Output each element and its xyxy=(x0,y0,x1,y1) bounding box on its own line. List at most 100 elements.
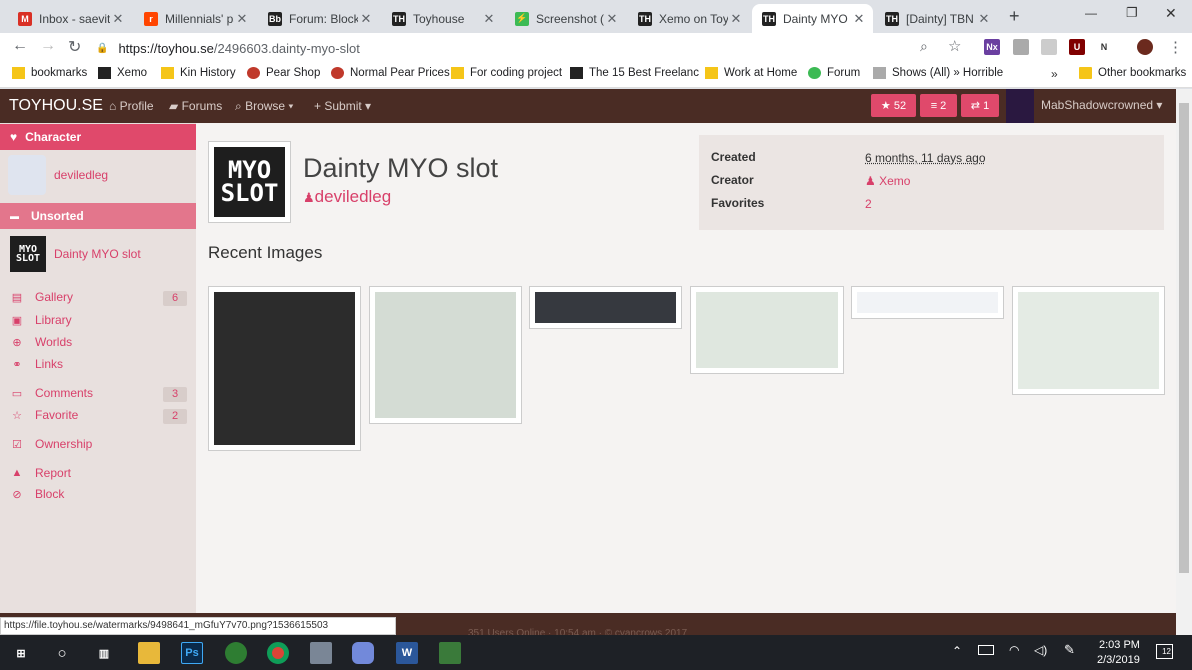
current-character-logo[interactable]: MYO SLOT xyxy=(10,236,46,272)
app-icon[interactable] xyxy=(310,642,332,664)
sidebar-item-library[interactable]: ▣ Library xyxy=(10,313,72,327)
close-tab-icon[interactable]: ✕ xyxy=(604,11,620,27)
bookmark-item[interactable]: Pear Shop xyxy=(247,67,320,79)
extension-screen-icon[interactable] xyxy=(1013,39,1029,55)
sidebar-item-links[interactable]: ⚭ Links xyxy=(10,357,63,371)
address-bar[interactable]: 🔒 https://toyhou.se/2496603.dainty-myo-s… xyxy=(96,35,976,61)
bookmark-item[interactable]: Shows (All) » Horrible xyxy=(873,67,1003,79)
app-icon[interactable] xyxy=(439,642,461,664)
close-window-button[interactable]: ✕ xyxy=(1165,5,1177,22)
bookmark-item[interactable]: bookmarks xyxy=(12,67,87,79)
recent-image-thumbnail[interactable] xyxy=(1012,286,1165,395)
bookmarks-overflow-button[interactable]: » xyxy=(1051,67,1058,81)
pen-icon[interactable]: ✎ xyxy=(1064,642,1075,658)
page-scrollbar[interactable] xyxy=(1176,89,1192,635)
current-character-link[interactable]: Dainty MYO slot xyxy=(54,247,141,261)
new-tab-button[interactable]: + xyxy=(1009,6,1020,27)
notifications-button[interactable]: ≡ 2 xyxy=(920,94,957,117)
other-bookmarks-folder[interactable]: Other bookmarks xyxy=(1079,67,1186,79)
close-tab-icon[interactable]: ✕ xyxy=(728,11,744,27)
recent-image-thumbnail[interactable] xyxy=(529,286,682,329)
tab-1[interactable]: M Inbox - saevitia✕ xyxy=(8,4,132,33)
windows-start-icon[interactable]: ⊞ xyxy=(10,642,32,664)
recent-image-thumbnail[interactable] xyxy=(690,286,844,374)
maximize-button[interactable]: ❐ xyxy=(1126,5,1138,21)
task-view-icon[interactable]: ▥ xyxy=(93,642,115,664)
forward-icon[interactable]: → xyxy=(40,37,56,55)
notification-center-icon[interactable]: 12 xyxy=(1156,644,1173,659)
character-thumbnail[interactable]: MYO SLOT xyxy=(208,141,291,223)
sidebar-item-gallery[interactable]: ▤ Gallery xyxy=(10,290,73,304)
nav-submit[interactable]: + Submit ▾ xyxy=(314,99,371,113)
bookmark-item[interactable]: Normal Pear Prices xyxy=(331,67,450,79)
user-avatar[interactable] xyxy=(1006,89,1034,123)
bookmark-item[interactable]: Work at Home xyxy=(705,67,797,79)
character-avatar[interactable] xyxy=(8,155,46,195)
user-menu[interactable]: MabShadowcrowned ▾ xyxy=(1041,98,1162,112)
sidebar-item-favorite[interactable]: ☆ Favorite xyxy=(10,408,78,422)
sidebar-item-ownership[interactable]: ☑ Ownership xyxy=(10,437,92,451)
app-icon[interactable] xyxy=(225,642,247,664)
close-tab-icon[interactable]: ✕ xyxy=(976,11,992,27)
recent-image-thumbnail[interactable] xyxy=(851,286,1004,319)
scrollbar-thumb[interactable] xyxy=(1179,103,1189,573)
tab-7[interactable]: TH Dainty MYO sl✕ xyxy=(752,4,873,33)
extension-ublock-icon[interactable]: U xyxy=(1069,39,1085,55)
nav-profile[interactable]: ⌂ Profile xyxy=(109,99,154,113)
tab-8[interactable]: TH [Dainty] TBN o✕ xyxy=(875,4,998,33)
bookmark-item[interactable]: Kin History xyxy=(161,67,236,79)
extension-n-icon[interactable]: N xyxy=(1096,39,1112,55)
site-brand[interactable]: TOYHOU.SE xyxy=(9,97,103,115)
tab-3[interactable]: Bb Forum: Block 1✕ xyxy=(258,4,380,33)
favorites-value[interactable]: 2 xyxy=(865,197,872,211)
chrome-icon[interactable] xyxy=(267,642,289,664)
recent-image-thumbnail[interactable] xyxy=(369,286,522,424)
close-tab-icon[interactable]: ✕ xyxy=(234,11,250,27)
bookmarks-bar: bookmarks Xemo Kin History Pear Shop Normal … xyxy=(0,63,1192,88)
wifi-icon[interactable]: ◠ xyxy=(1009,643,1019,657)
tab-5[interactable]: ⚡ Screenshot (69✕ xyxy=(505,4,626,33)
back-icon[interactable]: ← xyxy=(12,37,28,55)
favorites-count-button[interactable]: ★ 52 xyxy=(871,94,916,117)
sidebar-item-worlds[interactable]: ⊕ Worlds xyxy=(10,335,72,349)
bookmark-item[interactable]: For coding project xyxy=(451,67,562,79)
bookmark-star-icon[interactable]: ☆ xyxy=(948,37,961,55)
close-tab-icon[interactable]: ✕ xyxy=(110,11,126,27)
sidebar-item-block[interactable]: ⊘ Block xyxy=(10,487,64,501)
close-tab-icon[interactable]: ✕ xyxy=(481,11,497,27)
clock-date[interactable]: 2/3/2019 xyxy=(1097,654,1140,666)
tab-6[interactable]: TH Xemo on Toyh ✕ xyxy=(628,4,750,33)
bookmark-item[interactable]: The 15 Best Freelanc xyxy=(570,67,699,79)
volume-icon[interactable]: ◁) xyxy=(1034,643,1047,657)
extension-nx-icon[interactable]: Nx xyxy=(984,39,1000,55)
close-tab-icon[interactable]: ✕ xyxy=(358,11,374,27)
tray-chevron-icon[interactable]: ⌃ xyxy=(952,644,962,658)
word-icon[interactable]: W xyxy=(396,642,418,664)
nav-browse[interactable]: ⌕ Browse ▾ xyxy=(235,99,293,114)
trades-button[interactable]: ⇄ 1 xyxy=(961,94,999,117)
minimize-button[interactable]: — xyxy=(1085,6,1097,20)
character-name-link[interactable]: deviledleg xyxy=(54,168,108,182)
nav-forums[interactable]: ▰ Forums xyxy=(169,99,222,113)
creator-link[interactable]: ♟ Xemo xyxy=(865,174,910,188)
cortana-icon[interactable]: ○ xyxy=(51,642,73,664)
sidebar-item-report[interactable]: ▲ Report xyxy=(10,466,71,480)
close-tab-icon[interactable]: ✕ xyxy=(851,11,867,27)
tab-2[interactable]: r Millennials' pa ✕ xyxy=(134,4,256,33)
extension-edit-icon[interactable] xyxy=(1041,39,1057,55)
sidebar-item-comments[interactable]: ▭ Comments xyxy=(10,386,93,400)
zoom-icon[interactable]: ⌕ xyxy=(920,38,928,55)
owner-link[interactable]: ♟deviledleg xyxy=(303,187,391,207)
file-explorer-icon[interactable] xyxy=(138,642,160,664)
recent-image-thumbnail[interactable] xyxy=(208,286,361,451)
bookmark-item[interactable]: Xemo xyxy=(98,67,147,79)
bookmark-item[interactable]: Forum xyxy=(808,67,860,79)
reload-icon[interactable]: ↻ xyxy=(68,37,81,57)
tab-4[interactable]: TH Toyhouse ✕ xyxy=(382,4,503,33)
clock-time[interactable]: 2:03 PM xyxy=(1099,639,1140,651)
discord-icon[interactable] xyxy=(352,642,374,664)
menu-icon[interactable]: ⋮ xyxy=(1168,38,1183,56)
photoshop-icon[interactable]: Ps xyxy=(181,642,203,664)
battery-icon[interactable] xyxy=(978,645,994,655)
profile-avatar-icon[interactable] xyxy=(1137,39,1153,55)
